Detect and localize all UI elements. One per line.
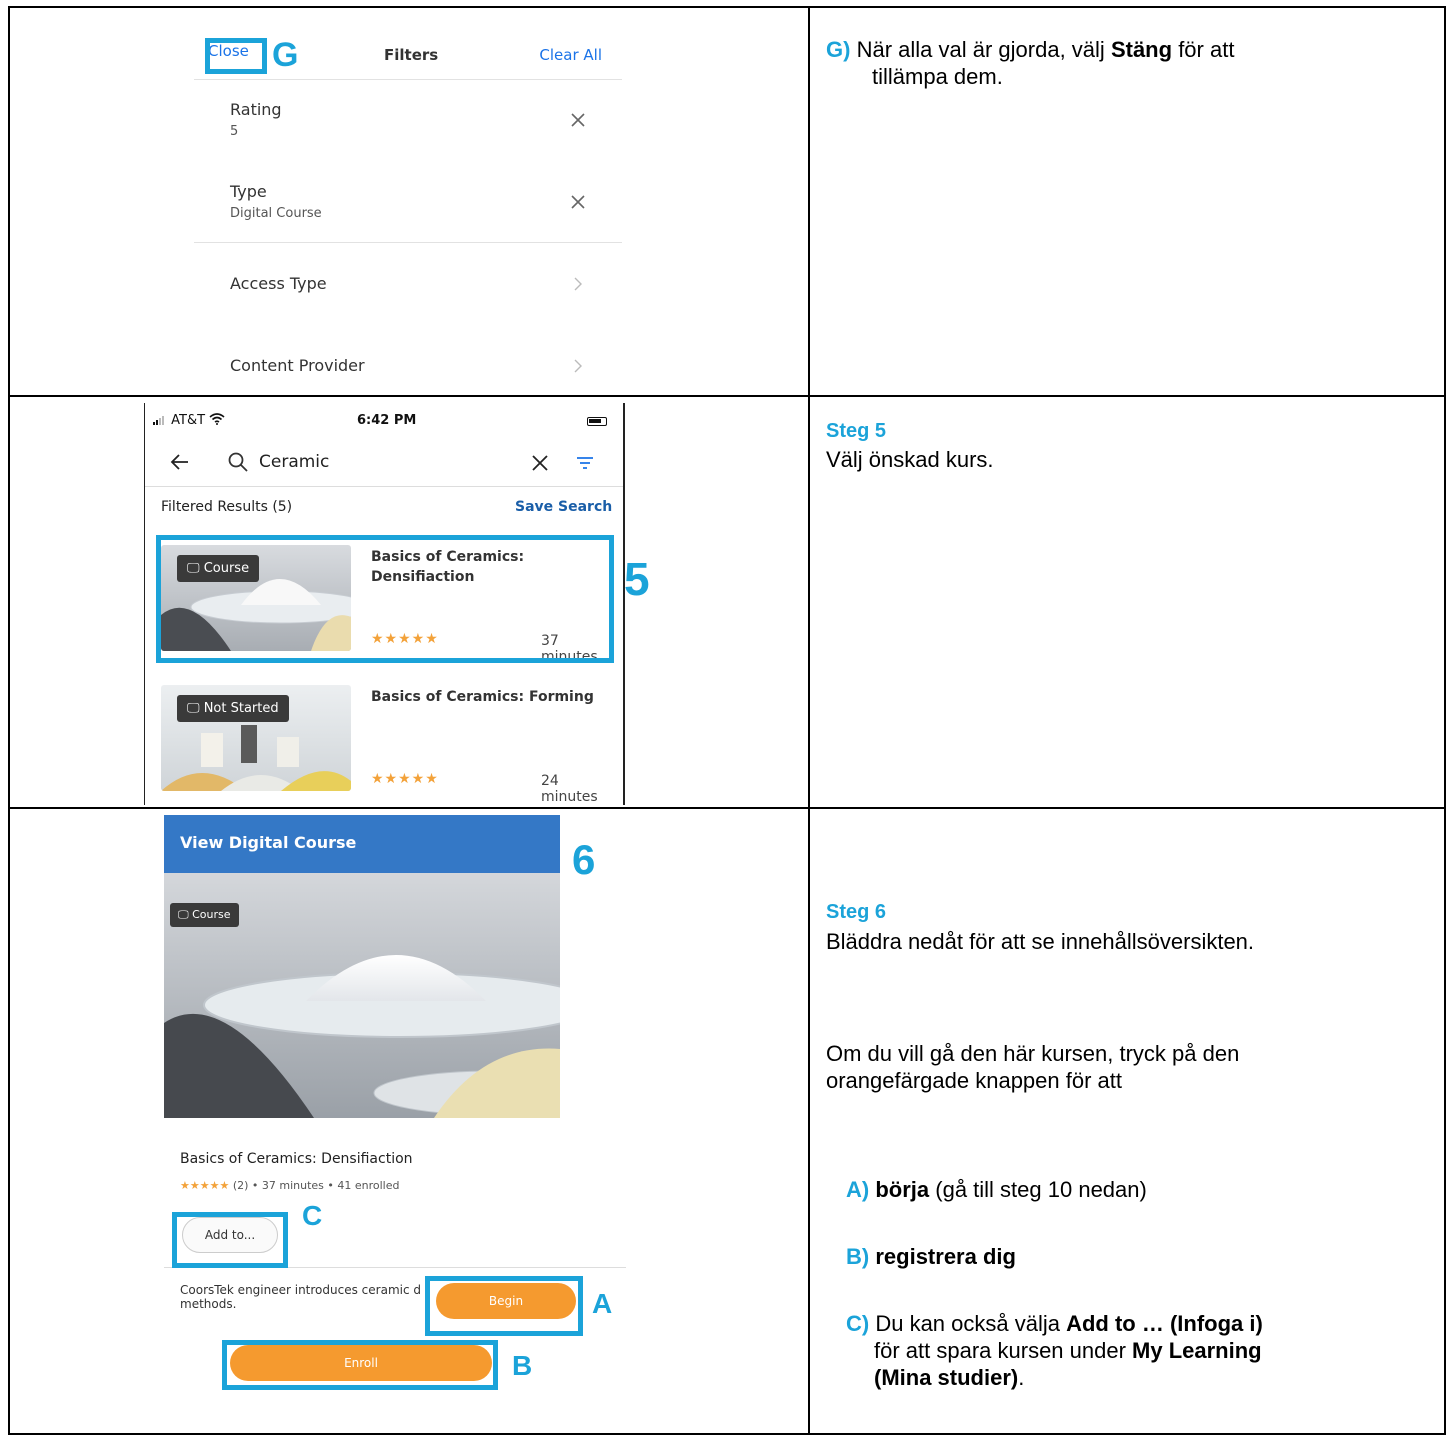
search-input[interactable]: Ceramic bbox=[259, 452, 329, 472]
badge-label: Not Started bbox=[203, 701, 279, 716]
clear-all-button[interactable]: Clear All bbox=[539, 46, 602, 64]
carrier-label: AT&T bbox=[153, 413, 225, 428]
battery-icon bbox=[587, 417, 607, 426]
callout-g: G bbox=[272, 36, 299, 74]
course-type-icon: 🖵 bbox=[178, 908, 189, 921]
column-divider bbox=[808, 6, 810, 1435]
status-time: 6:42 PM bbox=[357, 413, 417, 428]
letter-a: A) bbox=[846, 1177, 870, 1202]
close-highlight-box bbox=[205, 38, 267, 74]
step-6-para-line-1: Om du vill gå den här kursen, tryck på d… bbox=[826, 1041, 1240, 1066]
filters-title: Filters bbox=[384, 46, 439, 64]
status-bar: AT&T 6:42 PM bbox=[145, 403, 623, 439]
item-c-text-3: . bbox=[1018, 1365, 1025, 1390]
filter-icon[interactable] bbox=[575, 455, 595, 471]
result-title-2: Basics of Ceramics: Forming bbox=[371, 689, 594, 705]
remove-type-icon[interactable] bbox=[568, 192, 588, 212]
item-c: C) Du kan också välja Add to … (Infoga i… bbox=[846, 1310, 1444, 1391]
filter-rating-value: 5 bbox=[230, 124, 239, 139]
instruction-g: G) När alla val är gjorda, välj Stäng fö… bbox=[826, 36, 1426, 90]
result-card-2[interactable]: 🖵 Not Started Basics of Ceramics: Formin… bbox=[161, 685, 611, 805]
filter-rating-row[interactable]: Rating 5 bbox=[194, 100, 622, 170]
remove-rating-icon[interactable] bbox=[568, 110, 588, 130]
item-c-bold-1: Add to … (Infoga i) bbox=[1066, 1311, 1263, 1336]
filters-divider bbox=[194, 242, 622, 243]
filter-type-value: Digital Course bbox=[230, 206, 322, 221]
filter-content-provider-label: Content Provider bbox=[230, 356, 365, 375]
item-a: A) börja (gå till steg 10 nedan) bbox=[846, 1176, 1147, 1203]
step-5-text: Välj önskad kurs. bbox=[826, 447, 994, 472]
course-type-icon: 🖵 bbox=[187, 701, 200, 716]
carrier-name: AT&T bbox=[171, 413, 206, 428]
callout-b: B bbox=[512, 1350, 533, 1381]
row-divider-2 bbox=[8, 807, 1446, 809]
letter-c: C) bbox=[846, 1311, 870, 1336]
letter-b: B) bbox=[846, 1244, 870, 1269]
instruction-g-text-2: för att bbox=[1178, 37, 1235, 62]
add-to-highlight-box bbox=[172, 1212, 288, 1268]
duration-2: 24 minutes bbox=[541, 773, 598, 805]
item-a-rest: (gå till steg 10 nedan) bbox=[929, 1177, 1147, 1202]
badge-label: Course bbox=[192, 908, 231, 921]
chevron-right-icon bbox=[574, 277, 582, 291]
callout-6: 6 bbox=[572, 836, 596, 883]
instruction-g-text-1: När alla val är gjorda, välj bbox=[856, 37, 1105, 62]
item-c-text-1: Du kan också välja bbox=[869, 1311, 1067, 1336]
course-badge: 🖵 Course bbox=[170, 903, 239, 927]
step-5-title: Steg 5 bbox=[826, 420, 887, 442]
chevron-right-icon bbox=[574, 359, 582, 373]
item-b-bold: registrera dig bbox=[875, 1244, 1016, 1269]
result-highlight-box bbox=[156, 535, 614, 663]
step-6-title: Steg 6 bbox=[826, 901, 887, 923]
instruction-g-text-3: tillämpa dem. bbox=[872, 64, 1003, 89]
course-meta: ★★★★★ (2) • 37 minutes • 41 enrolled bbox=[180, 1179, 399, 1192]
item-c-bold-2: My Learning bbox=[1132, 1338, 1262, 1363]
filter-content-provider-row[interactable]: Content Provider bbox=[194, 356, 622, 392]
course-thumbnail-2: 🖵 Not Started bbox=[161, 685, 351, 791]
wifi-icon bbox=[209, 413, 225, 425]
begin-highlight-box bbox=[425, 1276, 583, 1336]
callout-a: A bbox=[592, 1288, 613, 1319]
search-bar: Ceramic bbox=[145, 441, 623, 487]
course-description: CoorsTek engineer introduces ceramic d m… bbox=[180, 1283, 421, 1311]
step-6-para-line-2: orangefärgade knappen för att bbox=[826, 1068, 1123, 1093]
rating-stars-2: ★★★★★ bbox=[371, 771, 439, 787]
enroll-highlight-box bbox=[222, 1340, 498, 1390]
item-c-bold-3: (Mina studier) bbox=[874, 1365, 1019, 1390]
callout-5: 5 bbox=[624, 553, 650, 605]
course-name: Basics of Ceramics: Densifiaction bbox=[180, 1151, 413, 1167]
back-arrow-icon[interactable] bbox=[169, 451, 191, 473]
status-badge: 🖵 Not Started bbox=[177, 695, 289, 722]
filter-type-label: Type bbox=[230, 182, 267, 201]
save-search-button[interactable]: Save Search bbox=[515, 499, 612, 515]
row-divider-1 bbox=[8, 395, 1446, 397]
item-a-bold: börja bbox=[875, 1177, 930, 1202]
filter-access-type-label: Access Type bbox=[230, 274, 327, 293]
view-course-title: View Digital Course bbox=[180, 833, 357, 852]
callout-c: C bbox=[302, 1200, 323, 1231]
filter-rating-label: Rating bbox=[230, 100, 282, 119]
results-heading: Filtered Results (5) bbox=[161, 499, 293, 515]
filter-access-type-row[interactable]: Access Type bbox=[194, 274, 622, 314]
view-course-header: View Digital Course bbox=[164, 815, 560, 873]
filters-screenshot: Close Filters Clear All Rating 5 Type Di… bbox=[194, 24, 622, 394]
instruction-g-bold: Stäng bbox=[1110, 37, 1173, 62]
letter-g: G) bbox=[826, 37, 851, 62]
search-icon bbox=[228, 452, 248, 472]
rating-stars: ★★★★★ bbox=[180, 1179, 230, 1192]
signal-icon bbox=[153, 416, 164, 425]
course-hero-image: 🖵 Course bbox=[164, 873, 560, 1118]
step-6-text: Bläddra nedåt för att se innehållsöversi… bbox=[826, 929, 1255, 954]
item-b: B) registrera dig bbox=[846, 1243, 1016, 1270]
course-meta-text: (2) • 37 minutes • 41 enrolled bbox=[232, 1179, 400, 1192]
item-c-text-2: för att spara kursen under bbox=[874, 1338, 1133, 1363]
clear-search-icon[interactable] bbox=[530, 453, 550, 473]
